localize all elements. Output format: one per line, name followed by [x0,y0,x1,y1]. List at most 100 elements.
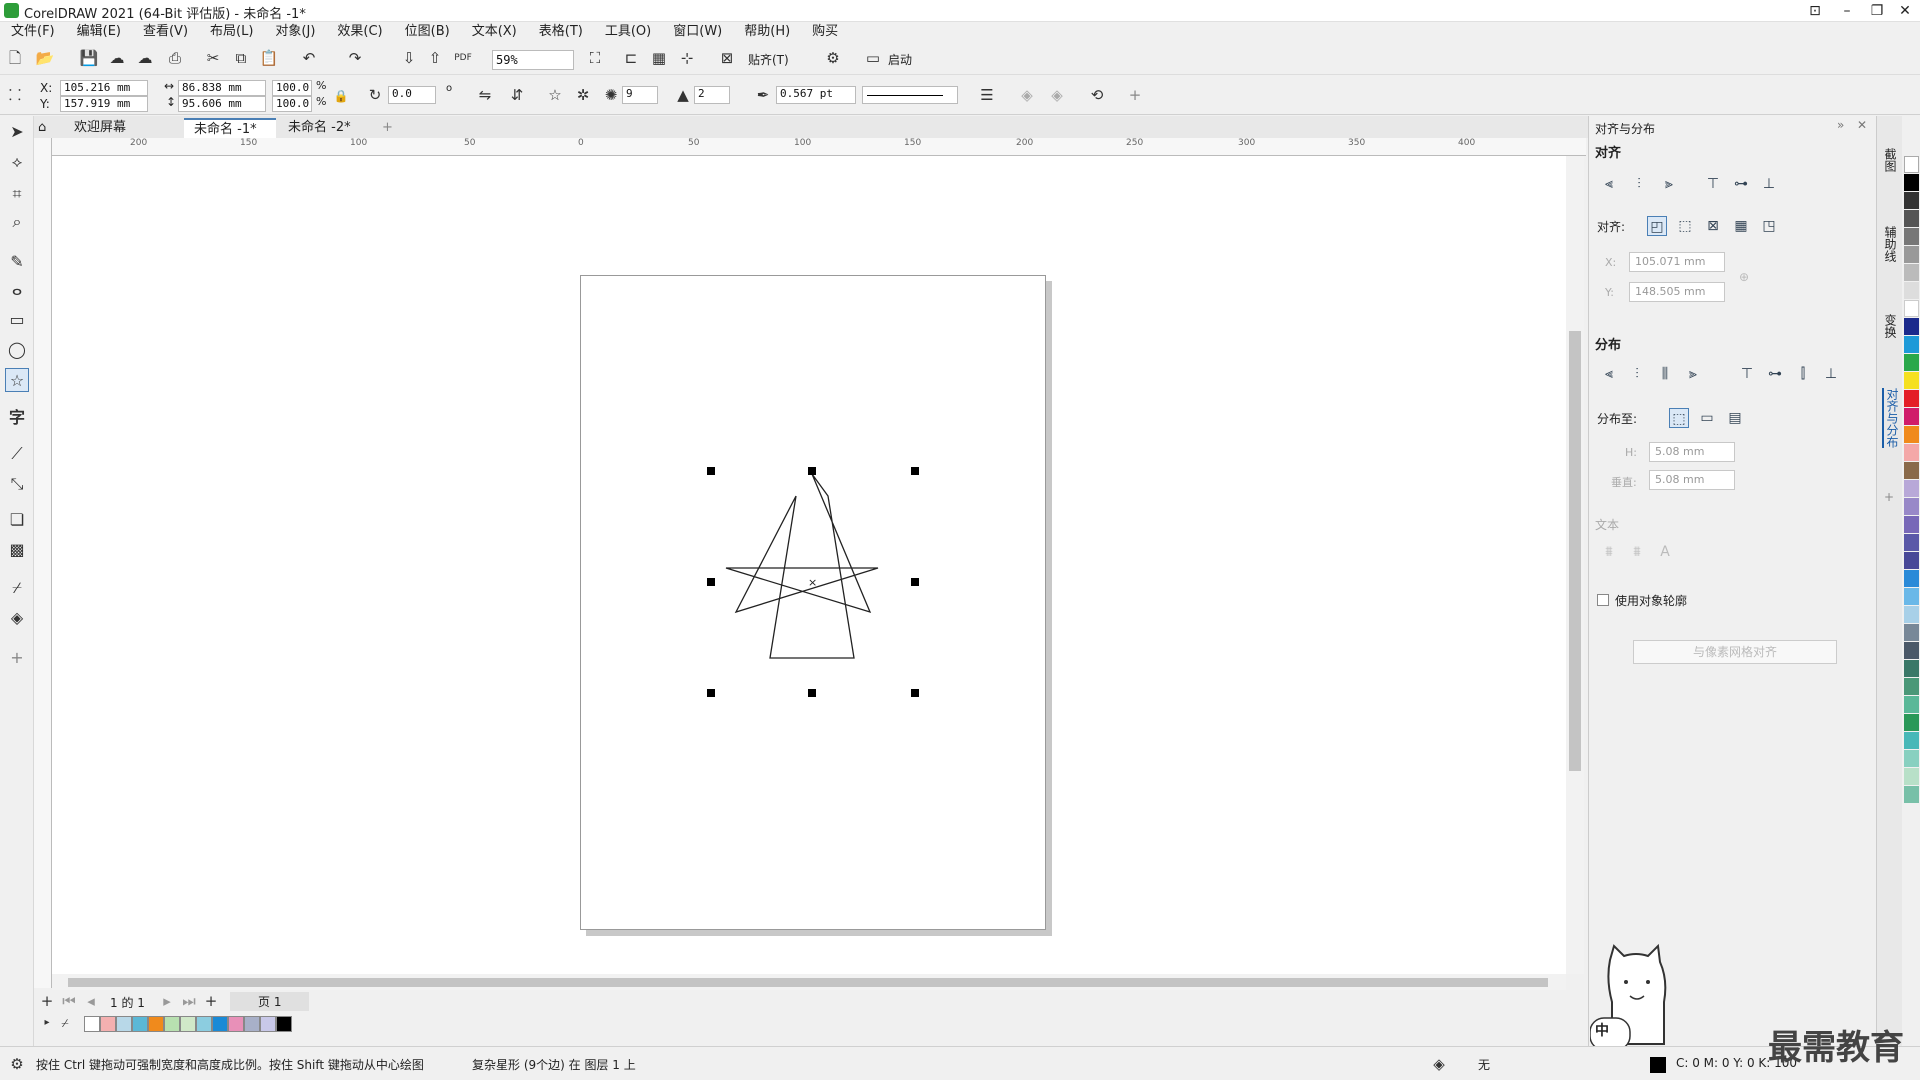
color-swatch[interactable] [1904,786,1919,803]
align-to-point-icon[interactable]: ◳ [1759,216,1779,236]
object-origin-icon[interactable]: ⸬ [4,84,26,106]
connector-tool-icon[interactable]: ⤡ [5,472,29,496]
tab-welcome[interactable]: 欢迎屏幕 [64,118,182,138]
options-gear-icon[interactable]: ⚙ [822,47,844,69]
color-swatch[interactable] [1904,444,1919,461]
sidetab-transform[interactable]: 变换 [1882,314,1899,338]
transparency-tool-icon[interactable]: ▩ [5,538,29,562]
color-swatch[interactable] [1904,336,1919,353]
scale-x-field[interactable]: 100.0 [272,80,312,96]
vertical-ruler[interactable] [34,138,52,988]
handle-left[interactable] [707,578,715,586]
menu-help[interactable]: 帮助(H) [733,22,801,42]
new-document-icon[interactable]: 🗋 [4,47,26,69]
align-x-field[interactable]: 105.071 mm [1629,252,1725,272]
horizontal-scroll-thumb[interactable] [68,978,1548,987]
color-swatch[interactable] [1904,660,1919,677]
menu-view[interactable]: 查看(V) [132,22,199,42]
sidetab-guidelines[interactable]: 辅助线 [1882,226,1899,262]
color-swatch[interactable] [1904,264,1919,281]
launch-icon[interactable]: ▭ [862,47,884,69]
color-swatch[interactable] [196,1016,212,1032]
export-icon[interactable]: ⇧ [424,47,446,69]
complex-star-shape[interactable]: × [700,460,930,700]
redo-icon[interactable]: ↷ [344,47,366,69]
rotation-field[interactable]: 0.0 [388,86,436,104]
color-swatch[interactable] [1904,246,1919,263]
add-page-after-icon[interactable]: + [200,990,222,1012]
y-position-field[interactable]: 157.919 mm [60,96,148,112]
parallel-dimension-icon[interactable]: ⟋ [5,442,29,466]
color-swatch[interactable] [1904,696,1919,713]
interactive-fill-icon[interactable]: ◈ [5,606,29,630]
swatch-no-color[interactable] [1904,156,1919,173]
handle-top-left[interactable] [707,467,715,475]
convert-curves-icon[interactable]: ⟲ [1086,84,1108,106]
add-icon[interactable]: + [1124,84,1146,106]
shape-tool-icon[interactable]: ⟡ [5,150,29,174]
drop-shadow-icon[interactable]: ❏ [5,508,29,532]
align-to-page-edge-icon[interactable]: ⬚ [1675,216,1695,236]
align-bottom-icon[interactable]: ⊥ [1759,174,1779,194]
color-swatch[interactable] [1904,228,1919,245]
color-swatch[interactable] [1904,426,1919,443]
menu-bitmaps[interactable]: 位图(B) [394,22,461,42]
polygon-star-icon[interactable]: ☆ [544,84,566,106]
height-field[interactable]: 95.606 mm [178,96,266,112]
menu-text[interactable]: 文本(X) [461,22,528,42]
mirror-horizontal-icon[interactable]: ⇋ [474,84,496,106]
align-right-icon[interactable]: ⫸ [1659,174,1679,194]
lock-ratio-icon[interactable]: 🔒 [330,85,352,107]
handle-right[interactable] [911,578,919,586]
line-style-dropdown[interactable] [862,86,958,104]
color-swatch[interactable] [1904,192,1919,209]
color-swatch[interactable] [1904,282,1919,299]
last-page-icon[interactable]: ⏭ [178,990,200,1012]
color-swatch[interactable] [1904,570,1919,587]
status-settings-icon[interactable]: ⚙ [6,1053,28,1075]
pdf-icon[interactable]: PDF [452,47,474,69]
polygon-tool-icon[interactable]: ☆ [5,368,29,392]
prev-page-icon[interactable]: ◂ [80,990,102,1012]
color-swatch[interactable] [1904,606,1919,623]
first-page-icon[interactable]: ⏮ [58,990,80,1012]
add-docker-icon[interactable]: + [1884,490,1894,504]
color-swatch[interactable] [1904,498,1919,515]
menu-tools[interactable]: 工具(O) [594,22,662,42]
color-swatch[interactable] [1904,768,1919,785]
color-swatch[interactable] [1904,552,1919,569]
distribute-spacing-v-icon[interactable]: ⫿ [1793,364,1813,384]
color-swatch[interactable] [1904,300,1919,317]
cloud-download-icon[interactable]: ☁ [106,47,128,69]
copy-icon[interactable]: ⧉ [230,47,252,69]
color-swatch[interactable] [180,1016,196,1032]
fill-indicator-icon[interactable]: ◈ [1428,1053,1450,1075]
align-center-v-icon[interactable]: ⊶ [1731,174,1751,194]
menu-file[interactable]: 文件(F) [0,22,66,42]
eyedropper-icon[interactable]: ⌿ [5,576,29,600]
align-to-active-objects-icon[interactable]: ◰ [1647,216,1667,236]
align-center-h-icon[interactable]: ⫶ [1629,174,1649,194]
page-tab-1[interactable]: 页 1 [230,992,310,1011]
eyedropper-palette-icon[interactable]: ⌿ [54,1012,76,1034]
horizontal-scrollbar[interactable] [52,974,1566,990]
rulers-icon[interactable]: ⊏ [620,47,642,69]
outline-color-swatch[interactable] [1650,1057,1666,1073]
use-outline-checkbox[interactable] [1597,594,1609,606]
snap-off-icon[interactable]: ⊠ [716,47,738,69]
add-page-icon[interactable]: + [36,990,58,1012]
color-swatch[interactable] [1904,354,1919,371]
vertical-scrollbar[interactable] [1566,156,1584,974]
align-pixel-grid-button[interactable]: 与像素网格对齐 [1633,640,1837,664]
freehand-tool-icon[interactable]: ✎ [5,250,29,274]
full-screen-icon[interactable]: ⛶ [584,47,606,69]
distribute-right-icon[interactable]: ⫸ [1683,364,1703,384]
distribute-middle-icon[interactable]: ⊶ [1765,364,1785,384]
guidelines-icon[interactable]: ⊹ [676,47,698,69]
color-swatch[interactable] [1904,408,1919,425]
color-swatch[interactable] [1904,624,1919,641]
home-icon[interactable]: ⌂ [34,118,58,138]
menu-object[interactable]: 对象(J) [264,22,326,42]
panel-close-icon[interactable]: ✕ [1857,118,1867,132]
color-swatch[interactable] [1904,534,1919,551]
